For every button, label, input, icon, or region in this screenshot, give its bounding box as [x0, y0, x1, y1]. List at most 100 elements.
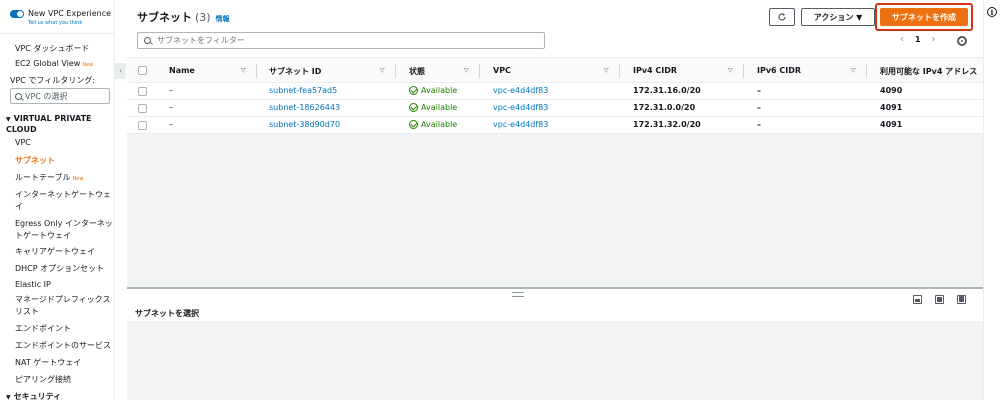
column-divider — [619, 64, 620, 78]
sidebar-item-endpoints[interactable]: エンドポイント — [15, 323, 71, 334]
gear-icon[interactable] — [957, 36, 967, 46]
column-header-vpc[interactable]: VPC — [493, 66, 511, 75]
help-rail: i — [983, 0, 1000, 400]
column-divider — [866, 64, 867, 78]
row-checkbox[interactable] — [138, 121, 147, 130]
column-header-ipv4-cidr[interactable]: IPv4 CIDR — [633, 66, 677, 75]
sort-icon[interactable]: ▽ — [380, 67, 385, 74]
sidebar-item-peering-connections[interactable]: ピアリング接続 — [15, 374, 71, 385]
cell-vpc[interactable]: vpc-e4d4df83 — [493, 103, 548, 112]
refresh-button[interactable] — [769, 8, 795, 26]
cell-state: Available — [409, 103, 457, 112]
new-experience-toggle[interactable] — [10, 10, 24, 18]
sidebar-item-label: EC2 Global View — [15, 59, 81, 68]
table-row[interactable]: – subnet-18626443 Available vpc-e4d4df83… — [127, 100, 983, 117]
row-checkbox[interactable] — [138, 104, 147, 113]
chevron-left-icon: ‹ — [119, 67, 122, 75]
column-header-available-ipv4[interactable]: 利用可能な IPv4 アドレス — [880, 66, 977, 77]
next-page-button[interactable]: › — [929, 34, 939, 45]
table-row[interactable]: – subnet-38d90d70 Available vpc-e4d4df83… — [127, 117, 983, 134]
column-header-subnet-id[interactable]: サブネット ID — [269, 66, 321, 77]
cell-state: Available — [409, 86, 457, 95]
pane-side-icon[interactable] — [935, 295, 944, 304]
sidebar-item-dashboard[interactable]: VPC ダッシュボード — [15, 43, 89, 54]
sort-icon[interactable]: ▽ — [604, 67, 609, 74]
sort-icon[interactable]: ▽ — [241, 67, 246, 74]
vpc-select-placeholder: VPC の選択 — [25, 91, 68, 101]
section-security[interactable]: ▼ セキュリティ — [6, 392, 61, 400]
info-icon[interactable]: i — [987, 7, 997, 17]
row-checkbox[interactable] — [138, 87, 147, 96]
check-circle-icon — [409, 120, 418, 129]
split-divider[interactable] — [127, 287, 983, 289]
table-row[interactable]: – subnet-fea57ad5 Available vpc-e4d4df83… — [127, 83, 983, 100]
cell-vpc[interactable]: vpc-e4d4df83 — [493, 120, 548, 129]
column-header-ipv6-cidr[interactable]: IPv6 CIDR — [757, 66, 801, 75]
cell-available-ipv4: 4091 — [880, 103, 903, 112]
cell-subnet-id[interactable]: subnet-38d90d70 — [269, 120, 340, 129]
section-virtual-private-cloud[interactable]: ▼ VIRTUAL PRIVATE CLOUD — [6, 114, 106, 135]
sidebar-item-nat-gateways[interactable]: NAT ゲートウェイ — [15, 357, 81, 368]
actions-button[interactable]: アクション ▼ — [801, 8, 875, 26]
sort-icon[interactable]: ▽ — [464, 67, 469, 74]
sidebar-item-route-tables[interactable]: ルートテーブル New — [15, 172, 83, 183]
sort-icon[interactable]: ▽ — [851, 67, 856, 74]
sidebar-item-endpoint-services[interactable]: エンドポイントのサービス — [15, 340, 111, 351]
cell-ipv6-cidr: – — [757, 86, 761, 95]
column-divider — [479, 64, 480, 78]
column-header-state[interactable]: 状態 — [409, 66, 425, 77]
prev-page-button[interactable]: ‹ — [897, 34, 907, 45]
cell-subnet-id[interactable]: subnet-18626443 — [269, 103, 340, 112]
cell-subnet-id[interactable]: subnet-fea57ad5 — [269, 86, 337, 95]
vpc-console: New VPC Experience Tell us what you thin… — [0, 0, 1000, 400]
sidebar-item-vpc[interactable]: VPC — [15, 138, 31, 147]
check-circle-icon — [409, 86, 418, 95]
search-icon — [144, 37, 151, 44]
sidebar-item-subnets[interactable]: サブネット — [15, 155, 55, 166]
page-title-text: サブネット — [137, 11, 192, 24]
filter-input[interactable] — [157, 36, 537, 45]
cell-state: Available — [409, 120, 457, 129]
vpc-select[interactable]: VPC の選択 — [10, 88, 110, 104]
drag-handle-icon[interactable] — [512, 292, 524, 297]
cell-ipv4-cidr: 172.31.32.0/20 — [633, 120, 701, 129]
sort-icon[interactable]: ▽ — [728, 67, 733, 74]
caret-down-icon: ▼ — [6, 394, 11, 400]
sidebar-item-managed-prefix-lists[interactable]: マネージドプレフィックスリスト — [15, 294, 113, 318]
pane-bottom-icon[interactable] — [913, 295, 922, 304]
new-badge: New — [72, 176, 84, 182]
cell-name: – — [169, 120, 173, 129]
collapse-sidebar-handle[interactable]: ‹ — [115, 63, 126, 79]
select-all-checkbox[interactable] — [138, 66, 147, 75]
create-subnet-button[interactable]: サブネットを作成 — [880, 8, 968, 26]
column-divider — [256, 64, 257, 78]
feedback-link[interactable]: Tell us what you think — [28, 20, 111, 26]
sidebar-item-internet-gateways[interactable]: インターネットゲートウェイ — [15, 189, 113, 213]
cell-ipv6-cidr: – — [757, 120, 761, 129]
info-link[interactable]: 情報 — [216, 15, 230, 23]
table-header: Name ▽ サブネット ID ▽ 状態 ▽ VPC ▽ IPv4 CIDR ▽… — [127, 57, 983, 83]
new-experience-label: New VPC Experience — [28, 9, 112, 18]
cell-available-ipv4: 4090 — [880, 86, 903, 95]
sidebar-divider — [0, 33, 114, 34]
cell-ipv4-cidr: 172.31.16.0/20 — [633, 86, 701, 95]
sidebar-item-carrier-gateways[interactable]: キャリアゲートウェイ — [15, 246, 95, 257]
detail-pane-title: サブネットを選択 — [135, 309, 199, 318]
column-divider — [395, 64, 396, 78]
sidebar-item-ec2-global-view[interactable]: EC2 Global View New — [15, 59, 93, 68]
caret-down-icon: ▼ — [6, 116, 11, 123]
sidebar-item-egress-only-gateways[interactable]: Egress Only インターネットゲートウェイ — [15, 218, 113, 242]
sidebar: New VPC Experience Tell us what you thin… — [0, 0, 115, 400]
column-header-name[interactable]: Name — [169, 66, 195, 75]
pane-full-icon[interactable] — [957, 295, 966, 304]
subnet-table: Name ▽ サブネット ID ▽ 状態 ▽ VPC ▽ IPv4 CIDR ▽… — [127, 57, 983, 287]
search-icon — [15, 92, 22, 100]
sidebar-item-dhcp-options[interactable]: DHCP オプションセット — [15, 263, 104, 274]
page-title: サブネット (3) 情報 — [137, 9, 230, 25]
subnet-filter[interactable] — [137, 32, 545, 49]
cell-name: – — [169, 103, 173, 112]
sidebar-item-elastic-ip[interactable]: Elastic IP — [15, 280, 51, 289]
column-divider — [743, 64, 744, 78]
cell-vpc[interactable]: vpc-e4d4df83 — [493, 86, 548, 95]
current-page[interactable]: 1 — [915, 35, 921, 44]
